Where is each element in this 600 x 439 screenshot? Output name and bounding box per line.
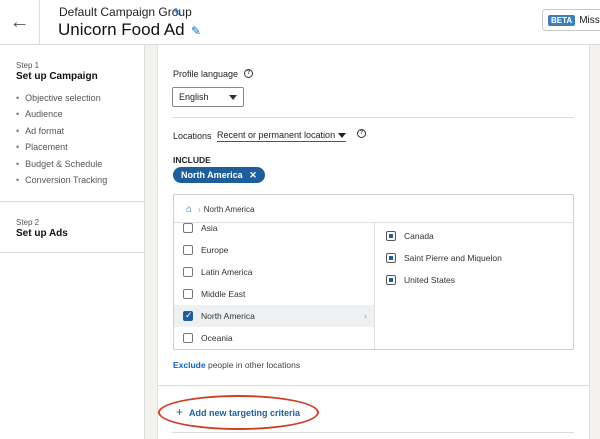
country-label: United States xyxy=(404,275,456,285)
section-divider xyxy=(158,385,590,386)
include-label: INCLUDE xyxy=(173,155,211,165)
region-row-north-america[interactable]: North America › xyxy=(174,305,374,327)
step-2-title[interactable]: Set up Ads xyxy=(16,228,68,239)
country-row-united-states[interactable]: United States xyxy=(386,272,455,288)
sidebar-item-budget[interactable]: Budget & Schedule xyxy=(16,156,107,172)
chevron-down-icon xyxy=(338,133,347,139)
country-label: Canada xyxy=(404,231,434,241)
step-2-number: Step 2 xyxy=(16,218,40,227)
profile-language-label: Profile language xyxy=(173,69,239,79)
edit-campaign-pencil-icon[interactable]: ✎ xyxy=(191,24,201,38)
checkbox-partial[interactable] xyxy=(386,231,396,241)
column-divider xyxy=(374,223,375,349)
region-row-asia[interactable]: Asia xyxy=(174,217,374,239)
checkbox-partial[interactable] xyxy=(386,275,396,285)
beta-text: Miss the xyxy=(579,14,600,26)
exclude-text: Exclude people in other locations xyxy=(173,360,300,370)
breadcrumb-item[interactable]: North America xyxy=(204,205,255,214)
sidebar-item-ad-format[interactable]: Ad format xyxy=(16,123,107,139)
checkbox-checked[interactable] xyxy=(183,310,193,321)
section-divider xyxy=(172,432,574,433)
add-targeting-criteria-button[interactable]: + Add new targeting criteria xyxy=(176,405,300,419)
campaign-group-name: Default Campaign Group xyxy=(59,5,192,19)
region-row-europe[interactable]: Europe xyxy=(174,239,374,261)
chevron-down-icon xyxy=(229,95,237,100)
region-label: North America xyxy=(201,311,255,321)
checkbox-partial[interactable] xyxy=(386,253,396,263)
country-row-saint-pierre[interactable]: Saint Pierre and Miquelon xyxy=(386,250,502,266)
location-type-value: Recent or permanent location xyxy=(217,130,336,140)
country-row-canada[interactable]: Canada xyxy=(386,228,434,244)
home-icon[interactable]: ⌂ xyxy=(186,204,192,215)
language-value: English xyxy=(179,92,209,102)
include-pill-label: North America xyxy=(181,170,243,180)
step-1-items: Objective selection Audience Ad format P… xyxy=(16,90,107,188)
location-type-select[interactable]: Recent or permanent location xyxy=(217,130,347,142)
add-targeting-label: Add new targeting criteria xyxy=(189,408,301,418)
sidebar-divider xyxy=(0,201,145,202)
region-label: Asia xyxy=(201,223,218,233)
region-row-oceania[interactable]: Oceania xyxy=(174,327,374,349)
locations-label: Locations xyxy=(173,131,212,141)
region-label: Middle East xyxy=(201,289,246,299)
language-select[interactable]: English xyxy=(172,87,244,107)
region-label: Europe xyxy=(201,245,229,255)
region-row-latin-america[interactable]: Latin America xyxy=(174,261,374,283)
country-label: Saint Pierre and Miquelon xyxy=(404,253,502,263)
sidebar-divider xyxy=(0,252,145,253)
help-icon[interactable]: ? xyxy=(244,69,253,78)
chevron-right-icon[interactable]: › xyxy=(364,311,367,321)
close-icon[interactable]: ✕ xyxy=(249,170,257,180)
back-arrow-icon[interactable]: ← xyxy=(0,0,40,45)
campaign-name: Unicorn Food Ad Test xyxy=(58,20,188,39)
campaign-header: ← Default Campaign Group ✎ Unicorn Food … xyxy=(0,0,600,45)
checkbox[interactable] xyxy=(183,245,193,255)
chevron-right-icon: › xyxy=(198,205,201,214)
region-row-middle-east[interactable]: Middle East xyxy=(174,283,374,305)
steps-sidebar: Step 1 Set up Campaign Objective selecti… xyxy=(0,45,145,439)
help-icon[interactable]: ? xyxy=(357,129,366,138)
beta-badge: BETA xyxy=(548,14,576,26)
region-label: Oceania xyxy=(201,333,233,343)
sidebar-item-audience[interactable]: Audience xyxy=(16,106,107,122)
exclude-rest: people in other locations xyxy=(205,360,301,370)
section-divider xyxy=(172,117,574,118)
region-label: Latin America xyxy=(201,267,253,277)
sidebar-item-objective[interactable]: Objective selection xyxy=(16,90,107,106)
sidebar-item-conversion[interactable]: Conversion Tracking xyxy=(16,172,107,188)
beta-banner[interactable]: BETA Miss the xyxy=(542,9,600,31)
checkbox[interactable] xyxy=(183,289,193,299)
include-pill[interactable]: North America ✕ xyxy=(173,167,265,183)
exclude-link[interactable]: Exclude xyxy=(173,360,206,370)
location-picker: ⌂ › North America Asia Europe Latin Americ… xyxy=(173,194,574,350)
checkbox[interactable] xyxy=(183,223,193,233)
step-1-number: Step 1 xyxy=(16,61,40,70)
checkbox[interactable] xyxy=(183,267,193,277)
step-1-title[interactable]: Set up Campaign xyxy=(16,71,98,82)
plus-icon: + xyxy=(176,405,184,419)
checkbox[interactable] xyxy=(183,333,193,343)
edit-group-pencil-icon[interactable]: ✎ xyxy=(173,6,182,19)
sidebar-item-placement[interactable]: Placement xyxy=(16,139,107,155)
